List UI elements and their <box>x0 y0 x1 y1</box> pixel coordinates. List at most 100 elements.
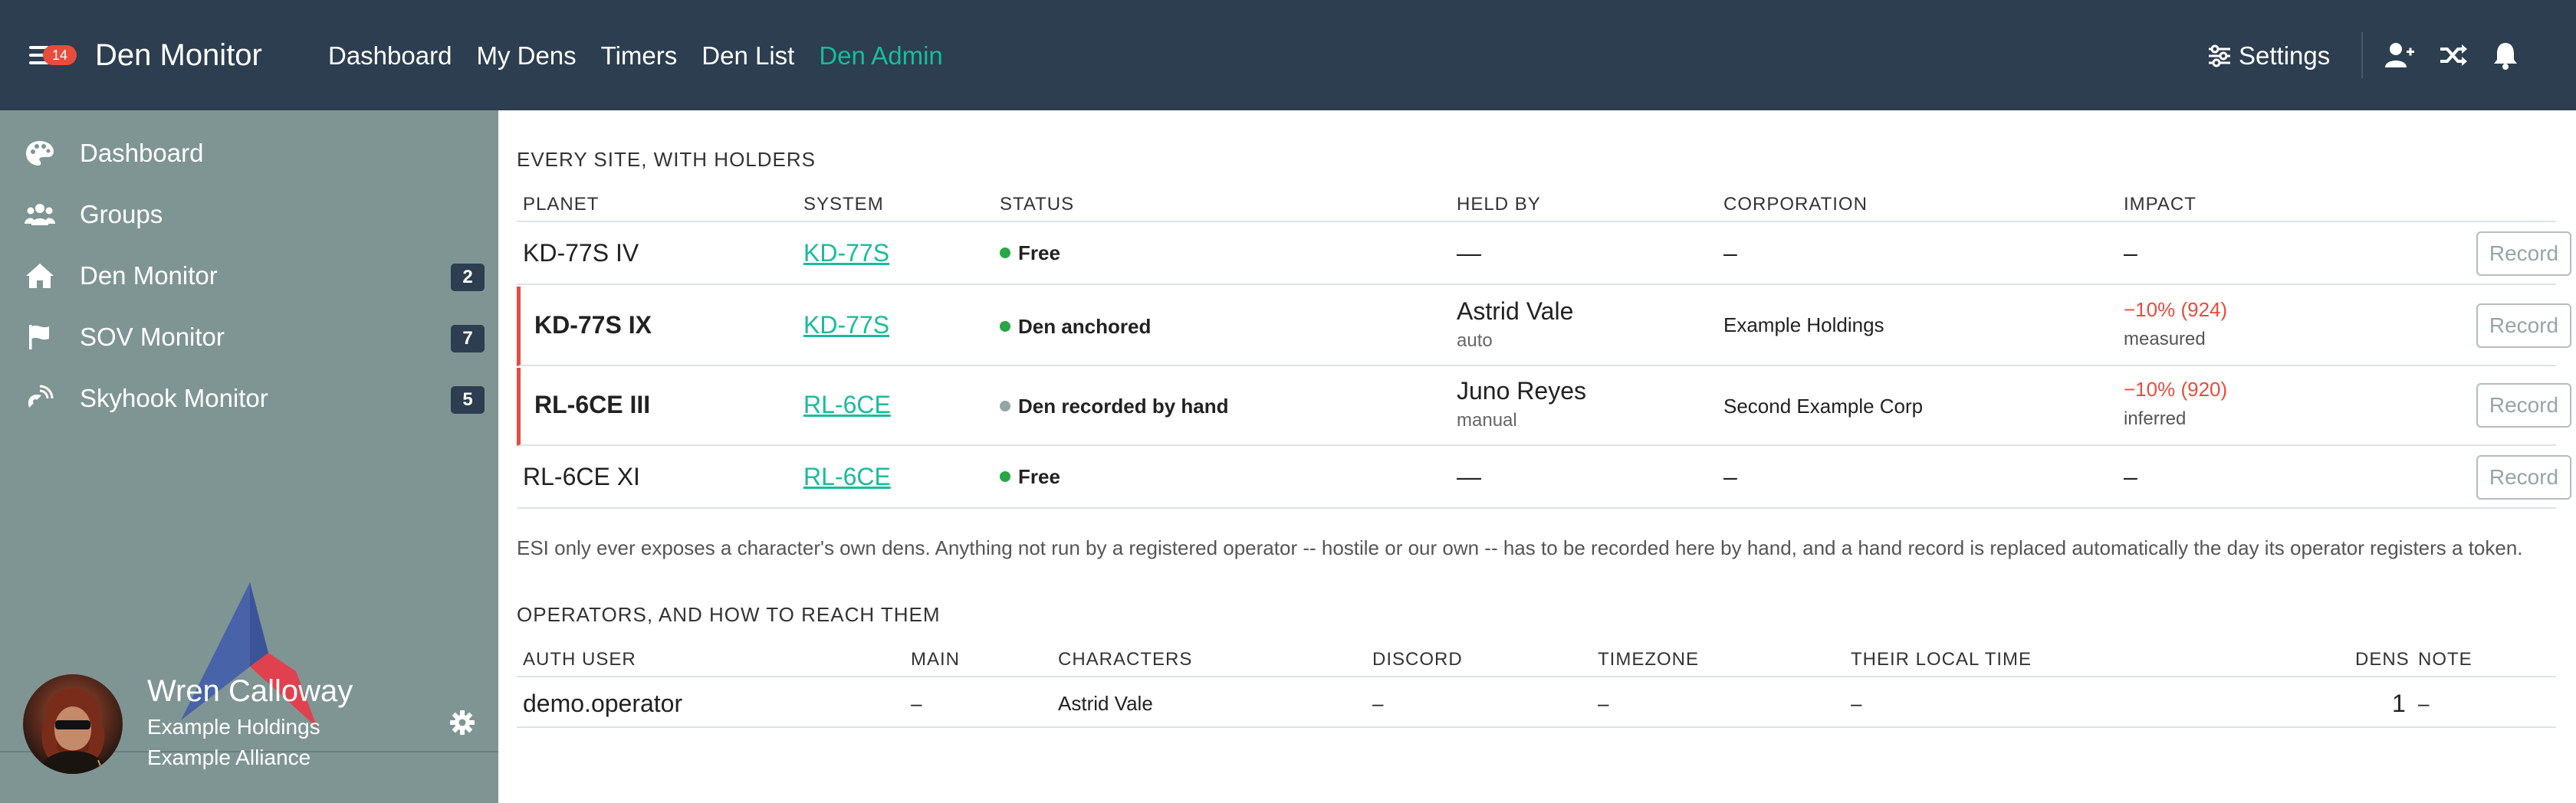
col-note[interactable]: NOTE <box>2418 648 2472 671</box>
sites-table-header: PLANET SYSTEM STATUS HELD BY CORPORATION… <box>517 190 2556 222</box>
sidebar-item-groups[interactable]: Groups <box>0 184 498 245</box>
sidebar-item-den-monitor[interactable]: Den Monitor 2 <box>0 245 498 306</box>
record-button[interactable]: Record <box>2476 231 2571 276</box>
top-navbar: 14 Den Monitor Dashboard My Dens Timers … <box>0 0 2576 110</box>
status-dot <box>1000 471 1010 482</box>
col-corporation[interactable]: CORPORATION <box>1723 193 1868 216</box>
sidebar-item-label: SOV Monitor <box>80 323 225 351</box>
count-badge: 5 <box>451 386 485 414</box>
table-row: RL-6CE XI RL-6CE Free — – – Record <box>517 447 2571 509</box>
palette-icon <box>26 141 54 166</box>
operators-table-header: AUTH USER MAIN CHARACTERS DISCORD TIMEZO… <box>517 645 2556 677</box>
corporation: – <box>1723 463 1737 490</box>
col-dens[interactable]: DENS <box>2355 648 2410 671</box>
status-text: Free <box>1018 241 1060 264</box>
sidebar-item-label: Groups <box>80 200 163 228</box>
system-link[interactable]: RL-6CE <box>803 461 891 492</box>
main-content: EVERY SITE, WITH HOLDERS PLANET SYSTEM S… <box>498 110 2576 803</box>
nav-my-dens[interactable]: My Dens <box>476 40 576 72</box>
house-icon <box>26 264 54 288</box>
discord: – <box>1372 692 1384 715</box>
sites-section-title: EVERY SITE, WITH HOLDERS <box>517 148 816 171</box>
sidebar-item-label: Skyhook Monitor <box>80 384 268 412</box>
app-title[interactable]: Den Monitor <box>95 35 262 75</box>
notification-count-badge: 14 <box>43 45 77 65</box>
flag-icon <box>29 325 49 349</box>
operators-section-title: OPERATORS, AND HOW TO REACH THEM <box>517 603 941 626</box>
auth-user: demo.operator <box>523 690 683 717</box>
col-local-time[interactable]: THEIR LOCAL TIME <box>1851 648 2032 671</box>
sidebar-item-skyhook-monitor[interactable]: Skyhook Monitor 5 <box>0 368 498 429</box>
held-by: — <box>1457 463 1481 490</box>
record-button[interactable]: Record <box>2476 303 2571 348</box>
impact: – <box>2124 239 2137 267</box>
top-nav: Dashboard My Dens Timers Den List Den Ad… <box>328 40 943 72</box>
impact-basis: inferred <box>2124 408 2187 429</box>
col-impact[interactable]: IMPACT <box>2124 193 2196 216</box>
status-badge: Free <box>1000 241 1060 265</box>
col-system[interactable]: SYSTEM <box>803 193 884 216</box>
sidebar-item-dashboard[interactable]: Dashboard <box>0 123 498 184</box>
col-discord[interactable]: DISCORD <box>1372 648 1463 671</box>
nav-den-list[interactable]: Den List <box>702 40 794 72</box>
system-link[interactable]: KD-77S <box>803 310 889 340</box>
sliders-icon <box>2209 44 2230 67</box>
table-row: KD-77S IX KD-77S Den anchored Astrid Val… <box>517 287 2571 366</box>
note: – <box>2418 692 2430 715</box>
gear-icon[interactable] <box>449 710 475 736</box>
col-held-by[interactable]: HELD BY <box>1457 193 1541 216</box>
impact-basis: measured <box>2124 329 2206 349</box>
count-badge: 7 <box>451 325 485 352</box>
nav-divider <box>2361 32 2363 78</box>
status-dot <box>1000 321 1010 332</box>
status-badge: Den recorded by hand <box>1000 394 1229 418</box>
table-row: demo.operator – Astrid Vale – – – 1 – <box>517 679 2556 728</box>
status-badge: Free <box>1000 464 1060 489</box>
status-dot <box>1000 401 1010 411</box>
corporation: Example Holdings <box>1723 313 1884 336</box>
nav-dashboard[interactable]: Dashboard <box>328 40 452 72</box>
main-character: – <box>911 692 922 715</box>
col-main[interactable]: MAIN <box>911 648 960 671</box>
user-corporation: Example Holdings <box>147 715 320 739</box>
col-auth-user[interactable]: AUTH USER <box>523 648 636 671</box>
status-badge: Den anchored <box>1000 314 1151 339</box>
impact: −10% (920) <box>2124 378 2228 401</box>
held-by: Juno Reyes <box>1457 377 1586 405</box>
sidebar-item-label: Dashboard <box>80 139 204 167</box>
col-timezone[interactable]: TIMEZONE <box>1598 648 1699 671</box>
shuffle-icon[interactable] <box>2438 40 2469 70</box>
nav-den-admin[interactable]: Den Admin <box>819 40 942 72</box>
planet-name: KD-77S IV <box>523 239 639 267</box>
avatar[interactable] <box>23 674 123 774</box>
held-by-source: auto <box>1457 330 1493 351</box>
sidebar-item-label: Den Monitor <box>80 261 218 290</box>
record-button[interactable]: Record <box>2476 383 2571 428</box>
characters: Astrid Vale <box>1058 692 1153 715</box>
system-link[interactable]: KD-77S <box>803 238 889 268</box>
bell-icon[interactable] <box>2490 40 2521 70</box>
count-badge: 2 <box>451 264 485 291</box>
avatar-image <box>26 687 111 774</box>
status-dot <box>1000 247 1010 258</box>
satellite-icon <box>28 385 54 408</box>
settings-button[interactable]: Settings <box>2206 40 2330 72</box>
user-name: Wren Calloway <box>147 674 353 708</box>
sidebar-item-sov-monitor[interactable]: SOV Monitor 7 <box>0 306 498 368</box>
record-button[interactable]: Record <box>2476 455 2571 500</box>
table-row: KD-77S IV KD-77S Free — – – Record <box>517 224 2571 285</box>
add-user-icon[interactable] <box>2384 40 2415 70</box>
col-characters[interactable]: CHARACTERS <box>1058 648 1192 671</box>
corporation: Second Example Corp <box>1723 395 1924 418</box>
held-by-source: manual <box>1457 410 1517 431</box>
nav-timers[interactable]: Timers <box>601 40 678 72</box>
users-icon <box>25 204 55 225</box>
col-planet[interactable]: PLANET <box>523 193 599 216</box>
system-link[interactable]: RL-6CE <box>803 389 891 420</box>
planet-name: RL-6CE III <box>534 391 651 418</box>
impact: – <box>2124 463 2137 490</box>
held-by: — <box>1457 239 1481 267</box>
menu-toggle-button[interactable]: 14 <box>29 43 77 69</box>
dens-count: 1 <box>2392 690 2406 717</box>
col-status[interactable]: STATUS <box>1000 193 1074 216</box>
